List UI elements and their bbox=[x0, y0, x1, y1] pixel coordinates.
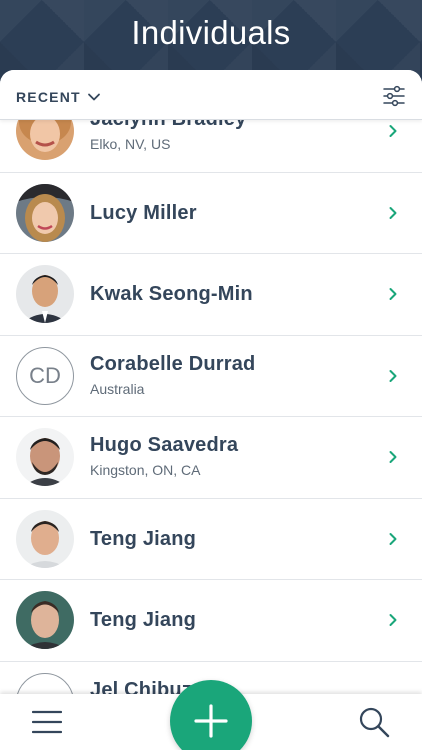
avatar bbox=[16, 509, 74, 568]
contact-name: Corabelle Durrad bbox=[90, 352, 256, 375]
page-title: Individuals bbox=[131, 14, 291, 51]
list-item[interactable]: Teng Jiang bbox=[0, 580, 422, 662]
chevron-right-icon bbox=[389, 369, 397, 382]
sort-dropdown[interactable]: RECENT bbox=[16, 86, 101, 108]
list-item[interactable]: Teng Jiang bbox=[0, 499, 422, 580]
chevron-right-icon bbox=[389, 451, 397, 463]
list-item[interactable]: Jaclynn Bradley Elko, NV, US bbox=[0, 120, 422, 173]
sort-label: RECENT bbox=[16, 89, 81, 105]
contact-name: Jaclynn Bradley bbox=[90, 120, 246, 131]
list-item[interactable]: Kwak Seong-Min bbox=[0, 254, 422, 336]
chevron-right-icon bbox=[389, 288, 397, 300]
contact-name: Teng Jiang bbox=[90, 527, 197, 550]
list-item[interactable]: Hugo Saavedra Kingston, ON, CA bbox=[0, 417, 422, 499]
contact-location: Kingston, ON, CA bbox=[90, 462, 201, 478]
plus-icon bbox=[194, 704, 228, 738]
list-toolbar: RECENT bbox=[0, 70, 422, 120]
menu-icon[interactable] bbox=[32, 708, 62, 736]
contacts-card: RECENT Elko, NV, US Lucy Miller Kwak Seo… bbox=[0, 70, 422, 750]
contact-name: Lucy Miller bbox=[90, 201, 197, 224]
chevron-right-icon bbox=[389, 125, 397, 137]
list-item[interactable]: Lucy Miller bbox=[0, 173, 422, 254]
chevron-right-icon bbox=[389, 614, 397, 626]
chevron-right-icon bbox=[389, 206, 397, 219]
contact-location: Elko, NV, US bbox=[90, 136, 171, 152]
avatar bbox=[16, 428, 74, 486]
chevron-right-icon bbox=[389, 532, 397, 545]
avatar bbox=[16, 265, 74, 323]
avatar bbox=[16, 183, 74, 242]
chevron-down-icon bbox=[87, 93, 100, 101]
avatar bbox=[16, 591, 74, 649]
filter-sliders-icon[interactable] bbox=[382, 84, 406, 108]
contact-name: Teng Jiang bbox=[90, 609, 197, 631]
avatar-initials: CD bbox=[16, 346, 74, 405]
contacts-list[interactable]: Jaclynn Bradley Elko, NV, US Lucy Miller bbox=[0, 120, 422, 698]
contact-location: Australia bbox=[90, 380, 145, 397]
avatar bbox=[16, 120, 74, 160]
list-item[interactable]: CD Corabelle Durrad Australia bbox=[0, 336, 422, 417]
contact-name: Kwak Seong-Min bbox=[90, 283, 253, 305]
search-icon[interactable] bbox=[358, 706, 390, 738]
contact-name: Hugo Saavedra bbox=[90, 434, 239, 456]
